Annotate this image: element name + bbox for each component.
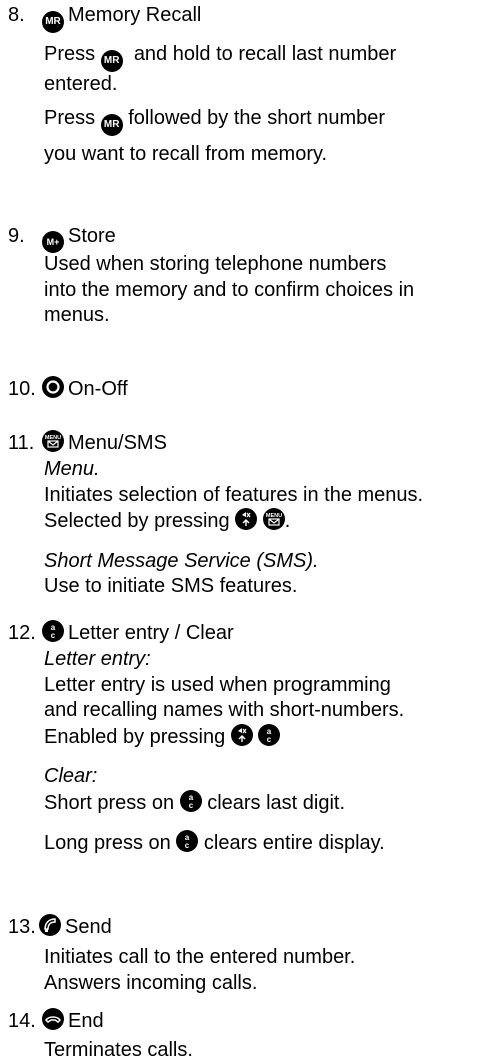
end-key-icon <box>42 1008 64 1030</box>
power-key-icon <box>42 376 64 398</box>
item-title: Letter entry / Clear <box>68 622 234 644</box>
paragraph: Enabled by pressing ac <box>44 723 492 751</box>
text: clears entire display. <box>203 832 385 854</box>
text: Answers incoming calls. <box>44 971 258 994</box>
svg-text:MENU: MENU <box>45 435 61 441</box>
text: menus. <box>44 304 110 326</box>
send-key-icon <box>39 914 61 936</box>
item-number: 9. <box>8 225 25 247</box>
paragraph: Long press on ac clears entire display. <box>44 830 492 857</box>
icon-label: M+ <box>46 237 60 247</box>
item-body: Used when storing telephone numbers into… <box>44 252 492 329</box>
text: Letter entry is used when programming <box>44 673 391 696</box>
item-heading: Send <box>39 914 112 940</box>
menu-key-icon: MENU <box>262 508 285 530</box>
item-body: Press MR and hold to recall last number … <box>44 42 492 167</box>
paragraph: Short press on ac clears last digit. <box>44 789 492 817</box>
text: Used when storing telephone numbers <box>44 253 387 275</box>
mr-key-icon: MR <box>100 50 123 72</box>
item-title: On-Off <box>68 378 128 400</box>
mr-key-icon: MR <box>100 113 123 136</box>
item-title: Send <box>65 916 112 938</box>
text: Use to initiate SMS features. <box>44 575 298 597</box>
text: Short Message Service (SMS). <box>44 549 319 572</box>
mr-key-icon: MR <box>42 11 64 33</box>
text: clears last digit. <box>207 791 346 814</box>
text: Initiates selection of features in the m… <box>44 483 424 506</box>
item-heading: MENU Menu/SMS <box>42 430 167 456</box>
item-number: 11. <box>8 432 35 454</box>
text: Menu. <box>44 458 100 480</box>
mute-key-icon <box>235 508 258 530</box>
item-number: 13. <box>8 916 36 938</box>
text: followed by the short number <box>128 106 386 129</box>
text: entered. <box>44 73 118 95</box>
paragraph: Press MR and hold to recall last number <box>44 42 492 72</box>
item-title: Store <box>68 225 116 247</box>
svg-text:c: c <box>188 801 193 810</box>
text: Press <box>44 106 96 129</box>
text: Terminates calls. <box>44 1039 193 1061</box>
text: and recalling names with short-numbers. <box>44 699 405 721</box>
item-number: 10. <box>8 378 36 400</box>
text: Enabled by pressing <box>44 725 226 748</box>
m-plus-key-icon: M+ <box>42 231 64 253</box>
paragraph: Press MR followed by the short number <box>44 106 492 136</box>
item-body: Initiates call to the entered number. An… <box>44 945 492 996</box>
paragraph: Selected by pressing MENU . <box>44 508 492 535</box>
letter-clear-key-icon: ac <box>176 830 199 852</box>
icon-label: MR <box>103 55 120 66</box>
letter-clear-key-icon: ac <box>258 723 281 746</box>
item-heading: M+ Store <box>42 223 116 253</box>
manual-page: 8. MR Memory Recall Press MR and hold to … <box>0 0 498 1064</box>
letter-clear-key-icon: ac <box>179 789 202 812</box>
text: into the memory and to confirm choices i… <box>44 278 415 301</box>
text: Short press on <box>44 791 175 814</box>
svg-text:MENU: MENU <box>266 513 282 519</box>
text: Selected by pressing <box>44 510 230 532</box>
text: Clear: <box>44 765 98 787</box>
item-number: 8. <box>8 4 25 26</box>
item-number: 14. <box>8 1010 36 1032</box>
item-heading: End <box>42 1008 104 1034</box>
item-title: End <box>68 1010 104 1032</box>
item-heading: On-Off <box>42 376 128 402</box>
menu-key-icon: MENU <box>42 430 64 452</box>
text: . <box>284 510 291 532</box>
item-body: Menu. Initiates selection of features in… <box>44 457 492 600</box>
item-body: Terminates calls. <box>44 1038 492 1064</box>
item-heading: MR Memory Recall <box>42 2 201 33</box>
text: and hold to recall last number <box>133 43 397 65</box>
icon-label: MR <box>103 118 120 130</box>
text: Letter entry: <box>44 648 151 670</box>
text: Long press on <box>44 832 171 854</box>
item-title: Memory Recall <box>68 4 202 26</box>
text: Press <box>44 43 96 65</box>
item-title: Menu/SMS <box>68 432 167 454</box>
text: Initiates call to the entered number. <box>44 946 356 968</box>
letter-clear-key-icon: ac <box>42 620 64 642</box>
text: you want to recall from memory. <box>44 142 328 165</box>
icon-label: MR <box>45 16 61 27</box>
mute-key-icon <box>230 723 253 746</box>
svg-text:c: c <box>51 631 56 640</box>
item-heading: ac Letter entry / Clear <box>42 620 234 646</box>
svg-text:c: c <box>267 735 272 744</box>
item-body: Letter entry: Letter entry is used when … <box>44 647 492 857</box>
svg-text:c: c <box>185 841 190 850</box>
item-number: 12. <box>8 622 36 644</box>
